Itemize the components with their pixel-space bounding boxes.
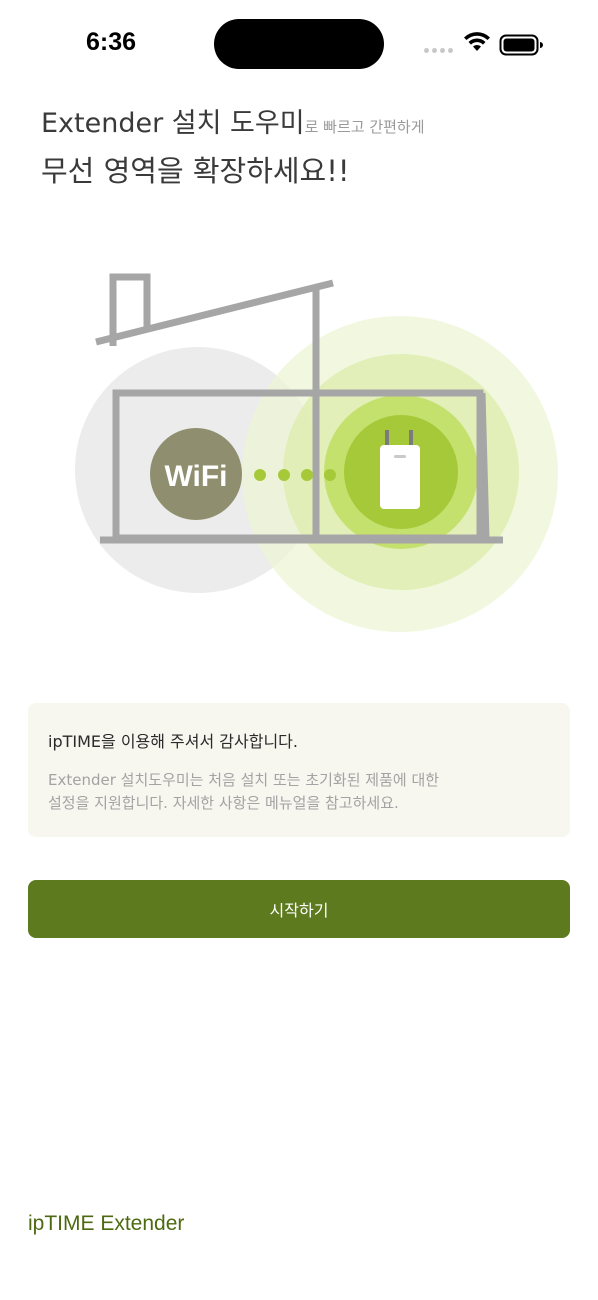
wifi-badge-icon: WiFi [150,428,242,520]
info-title: ipTIME을 이용해 주셔서 감사합니다. [48,732,298,751]
start-button[interactable]: 시작하기 [28,880,570,938]
headline-line2: 무선 영역을 확장하세요!! [41,154,350,188]
headline: Extender 설치 도우미로 빠르고 간편하게 무선 영역을 확장하세요!! [41,104,571,193]
extender-illustration: WiFi [75,273,558,632]
battery-icon [499,34,543,56]
status-time: 6:36 [86,28,137,56]
setup-welcome-screen: 6:36 Extender 설치 도우미로 빠르고 간편하게 무선 영역을 확장… [0,0,598,1300]
headline-main: Extender 설치 도우미 [41,108,305,139]
info-card: ipTIME을 이용해 주셔서 감사합니다. Extender 설치도우미는 처… [28,703,570,837]
cellular-signal-icon [424,48,453,53]
wifi-status-icon [464,32,490,51]
dynamic-island [214,19,384,69]
footer-brand: ipTIME Extender [28,1212,185,1235]
wifi-label: WiFi [164,460,227,493]
headline-sub: 로 빠르고 간편하게 [304,118,425,136]
info-description: Extender 설치도우미는 처음 설치 또는 초기화된 제품에 대한 설정을… [48,771,440,812]
headline-line1: Extender 설치 도우미로 빠르고 간편하게 [41,104,571,147]
